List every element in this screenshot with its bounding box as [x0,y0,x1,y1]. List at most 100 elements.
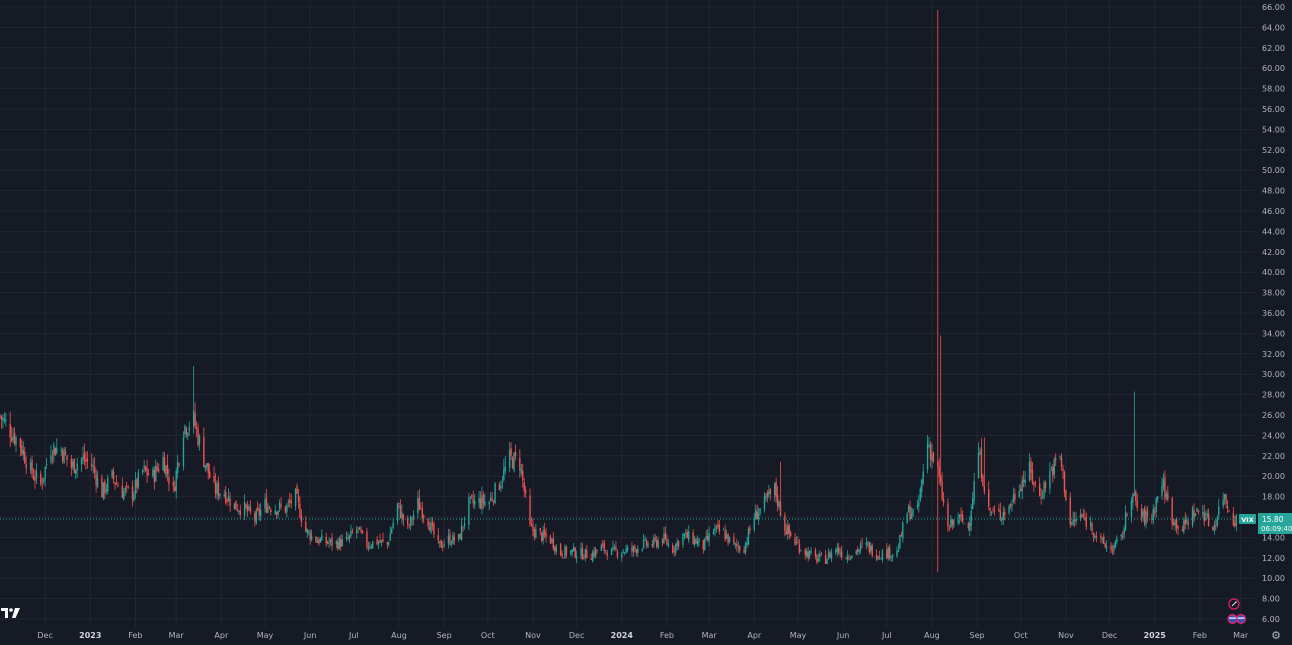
time-tick-label: Sep [970,631,985,640]
candle-body [163,457,166,474]
candle-body [514,451,517,456]
candle-body [1143,509,1146,524]
candle-body [824,554,827,564]
candle-body [641,548,643,551]
candle-body [471,495,473,498]
candle-body [784,515,786,531]
candle-body [1069,497,1071,526]
candle-body [1089,522,1092,526]
candle-body [535,529,537,539]
price-tick-label: 60.00 [1262,64,1285,73]
candle-body [152,469,154,476]
candle-body [1095,536,1098,537]
time-tick-label: Nov [525,631,541,640]
candle-body [257,507,259,511]
candle-body [223,494,225,497]
candle-body [66,455,68,461]
candle-body [372,541,374,548]
candle-body [606,552,608,557]
candle-body [137,472,140,488]
candle-body [112,471,115,480]
candle-body [1135,491,1137,501]
candle-body [376,539,378,545]
candle-body [1065,490,1067,501]
candle-body [889,547,891,559]
candle-body [1021,480,1023,492]
candle-body [819,553,821,558]
candle-body [428,526,431,531]
candle-body [922,471,924,483]
candle-body [226,500,228,502]
candle-body [615,547,617,551]
candle-body [706,535,709,540]
candle-body [50,455,52,463]
candle-body [855,550,857,554]
candle-body [1040,497,1042,499]
candle-body [490,497,492,501]
candle-body [277,510,279,515]
candle-body [552,538,555,549]
candle-body [331,537,333,546]
candle-body [766,492,769,497]
candle-body [673,551,675,552]
price-tick-label: 26.00 [1262,411,1285,420]
candle-body [1110,545,1112,551]
candle-body [388,542,390,545]
candle-body [1120,534,1122,537]
time-axis[interactable]: Dec 2023 Feb Mar Apr May Jun Jul Aug Sep Oct Nov Dec… [37,631,1248,640]
candle-body [127,486,129,488]
candle-body [725,535,728,539]
candle-body [605,550,607,552]
candle-body [666,538,668,545]
candle-body [447,535,450,544]
candle-body [851,555,853,559]
price-tick-label: 36.00 [1262,309,1285,318]
candle-body [654,538,656,540]
event-flags-icon[interactable] [1226,597,1250,625]
candle-body [692,532,694,544]
price-tick-label: 34.00 [1262,329,1285,338]
candle-body [92,466,94,467]
candle-body [664,532,667,539]
candle-body [616,551,619,557]
candle-body [559,544,562,555]
candle-body [519,458,521,471]
candle-body [491,499,493,501]
candle-body [733,537,735,544]
candle-body [529,495,531,525]
candle-body [1207,513,1210,526]
candle-body [1225,494,1227,504]
price-tick-label: 14.00 [1262,533,1285,542]
candle-body [702,539,705,550]
candle-body [1186,519,1188,522]
candle-body [688,531,690,541]
gear-icon[interactable]: ⚙ [1270,630,1282,642]
candle-body [114,482,116,485]
candle-body [562,557,565,559]
candle-body [938,466,940,477]
candle-body [622,551,624,553]
candle-body [328,542,330,544]
candle-body [225,491,227,503]
candle-body [216,484,218,494]
candle-body [724,531,726,540]
candle-body [551,538,553,543]
candle-body [637,548,639,553]
time-tick-label: Apr [747,631,762,640]
candle-body [800,550,802,552]
candle-body [136,479,138,488]
candle-body [1081,513,1083,518]
tradingview-logo-icon[interactable] [1,606,21,620]
candle-body [747,529,750,545]
candle-body [804,549,806,556]
candle-body [1124,512,1127,530]
candle-body [1184,519,1186,525]
candle-body [361,530,364,533]
price-tick-label: 50.00 [1262,166,1285,175]
candle-body [776,494,779,506]
candle-body [590,558,592,561]
vix-candlestick-chart[interactable]: 6.008.0010.0012.0014.0016.0018.0020.0022… [0,0,1292,645]
candle-body [357,527,359,529]
candle-body [840,551,843,558]
candle-body [1133,493,1136,496]
